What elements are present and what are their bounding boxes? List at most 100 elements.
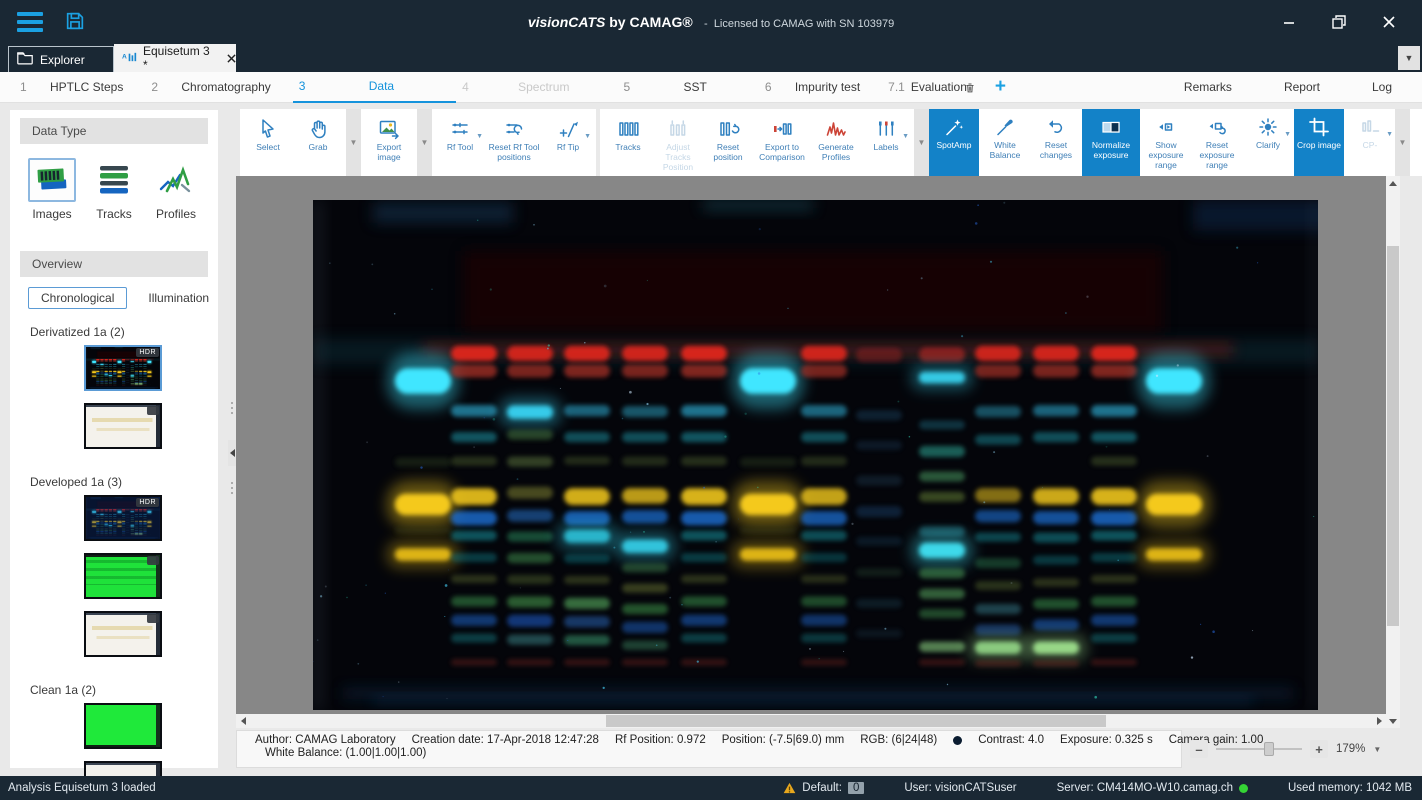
scroll-down-icon[interactable]	[1386, 714, 1400, 728]
hptlc-plate-image[interactable]	[313, 200, 1318, 710]
step-data[interactable]: 3Data	[293, 72, 456, 103]
exposure-range-icon	[1154, 115, 1178, 139]
overview-tab-chronological[interactable]: Chronological	[28, 287, 127, 309]
tracks-columns-icon	[616, 117, 640, 141]
save-icon[interactable]	[64, 10, 86, 35]
cp-button[interactable]: CP-▼	[1345, 109, 1395, 176]
image-info-bar: Author: CAMAG Laboratory Creation date: …	[236, 730, 1182, 768]
step-spectrum[interactable]: 4Spectrum	[456, 72, 617, 103]
zoom-in-button[interactable]: +	[1310, 740, 1328, 758]
images-icon	[34, 162, 70, 199]
thumbnail-derivatized-white[interactable]	[84, 403, 162, 449]
rf-tool-button[interactable]: Rf Tool▼	[435, 111, 485, 174]
tab-list-dropdown[interactable]: ▼	[1398, 46, 1420, 70]
select-group-dropdown[interactable]: ▼	[346, 109, 361, 176]
reset-rf-tool-positions-button[interactable]: Reset Rf Tool positions	[485, 111, 543, 174]
step-hptlc-steps[interactable]: 1HPTLC Steps	[14, 72, 145, 103]
hdr-badge: HDR	[136, 498, 159, 507]
overview-tab-illumination[interactable]: Illumination	[135, 287, 222, 309]
reset-position-button[interactable]: Reset position	[703, 111, 753, 174]
zoom-level-dropdown[interactable]: ▼	[1373, 745, 1381, 754]
exposure-group-dropdown[interactable]: ▼	[1395, 109, 1410, 176]
server-online-icon	[1239, 784, 1248, 793]
clarify-button[interactable]: Clarify▼	[1243, 109, 1293, 176]
scroll-up-icon[interactable]	[1386, 176, 1400, 190]
delete-step-icon[interactable]	[963, 80, 977, 95]
cursor-icon	[256, 117, 280, 141]
generate-profiles-button[interactable]: Generate Profiles	[811, 111, 861, 174]
thumbnail-derivatized-hdr[interactable]: HDR	[84, 345, 162, 391]
remarks-button[interactable]: Remarks	[1184, 80, 1232, 94]
default-count-badge: 0	[848, 782, 864, 794]
tracks-button[interactable]: Tracks	[603, 111, 653, 174]
rf-tip-button[interactable]: Rf Tip▼	[543, 111, 593, 174]
tab-explorer-label: Explorer	[40, 53, 85, 67]
thumbnail-developed-white[interactable]	[84, 611, 162, 657]
step-impurity-test[interactable]: 6Impurity test	[759, 72, 882, 103]
tab-close-icon[interactable]	[227, 54, 236, 63]
user-status[interactable]: User: visionCATSuser	[904, 782, 1016, 794]
report-button[interactable]: Report	[1284, 80, 1320, 94]
profiles-peaks-icon	[824, 117, 848, 141]
zoom-level[interactable]: 179%	[1336, 743, 1365, 755]
export-to-comparison-button[interactable]: Export to Comparison	[753, 111, 811, 174]
minimize-button[interactable]	[1278, 11, 1300, 33]
data-type-tracks[interactable]: Tracks	[90, 158, 138, 221]
zoom-slider[interactable]	[1216, 740, 1302, 758]
reset-exposure-range-button[interactable]: Reset exposure range	[1192, 109, 1242, 176]
export-group-dropdown[interactable]: ▼	[417, 109, 432, 176]
data-type-profiles[interactable]: Profiles	[152, 158, 200, 221]
thumbnail-developed-green[interactable]	[84, 553, 162, 599]
restore-button[interactable]	[1328, 11, 1350, 33]
profiles-label: Profiles	[156, 207, 196, 221]
tracks-label: Tracks	[96, 207, 132, 221]
tab-explorer[interactable]: Explorer	[8, 46, 114, 72]
zoom-slider-thumb[interactable]	[1264, 742, 1274, 756]
data-type-images[interactable]: Images	[28, 158, 76, 221]
hamburger-menu-icon[interactable]	[0, 0, 46, 44]
spotamp-button[interactable]: SpotAmp	[929, 109, 979, 176]
tab-document-label: Equisetum 3 *	[143, 44, 215, 72]
white-balance-button[interactable]: White Balance	[980, 109, 1030, 176]
tracks-group-dropdown[interactable]: ▼	[914, 109, 929, 176]
grab-tool-button[interactable]: Grab	[293, 111, 343, 174]
analysis-icon: A	[122, 51, 137, 66]
server-status[interactable]: Server: CM414MO-W10.camag.ch	[1057, 782, 1248, 794]
thumbnail-clean-green[interactable]	[84, 703, 162, 749]
select-tool-button[interactable]: Select	[243, 111, 293, 174]
tab-document-active[interactable]: A Equisetum 3 *	[114, 44, 236, 72]
log-button[interactable]: Log	[1372, 80, 1392, 94]
step-chromatography[interactable]: 2Chromatography	[145, 72, 292, 103]
left-sidebar: Data Type Images Tracks Profiles Overvie…	[10, 110, 218, 768]
splitter-handle[interactable]	[231, 402, 233, 414]
adjust-tracks-position-button[interactable]: Adjust Tracks Position	[653, 111, 703, 174]
scroll-left-icon[interactable]	[236, 714, 250, 728]
vertical-scrollbar[interactable]	[1386, 176, 1400, 728]
tab-row: Explorer A Equisetum 3 * ▼	[0, 44, 1422, 72]
reset-changes-button[interactable]: Reset changes	[1031, 109, 1081, 176]
group-label-clean: Clean 1a (2)	[10, 669, 218, 703]
data-type-header: Data Type	[20, 118, 208, 144]
horizontal-scrollbar[interactable]	[236, 714, 1386, 728]
step-evaluation[interactable]: 7.1Evaluation	[882, 72, 975, 103]
eyedropper-icon	[993, 115, 1017, 139]
show-exposure-range-button[interactable]: Show exposure range	[1141, 109, 1191, 176]
scroll-right-icon[interactable]	[1372, 714, 1386, 728]
vertical-scroll-thumb[interactable]	[1387, 246, 1399, 626]
horizontal-scroll-thumb[interactable]	[606, 715, 1106, 727]
default-printer-status[interactable]: Default: 0	[783, 782, 864, 794]
rgb-color-swatch	[953, 736, 962, 745]
text-annotation-button[interactable]: T Text	[1413, 111, 1422, 174]
rf-position-info: Rf Position: 0.972	[615, 734, 706, 746]
export-image-button[interactable]: Export image	[364, 111, 414, 174]
normalize-exposure-button[interactable]: Normalize exposure	[1082, 109, 1140, 176]
step-sst[interactable]: 5SST	[617, 72, 758, 103]
crop-image-button[interactable]: Crop image	[1294, 109, 1344, 176]
add-step-button[interactable]: +	[995, 76, 1006, 98]
thumbnail-developed-hdr[interactable]: HDR	[84, 495, 162, 541]
hdr-badge: HDR	[136, 348, 159, 357]
labels-button[interactable]: Labels▼	[861, 111, 911, 174]
close-button[interactable]	[1378, 11, 1400, 33]
splitter-handle[interactable]	[231, 482, 233, 494]
zoom-out-button[interactable]: –	[1190, 740, 1208, 758]
